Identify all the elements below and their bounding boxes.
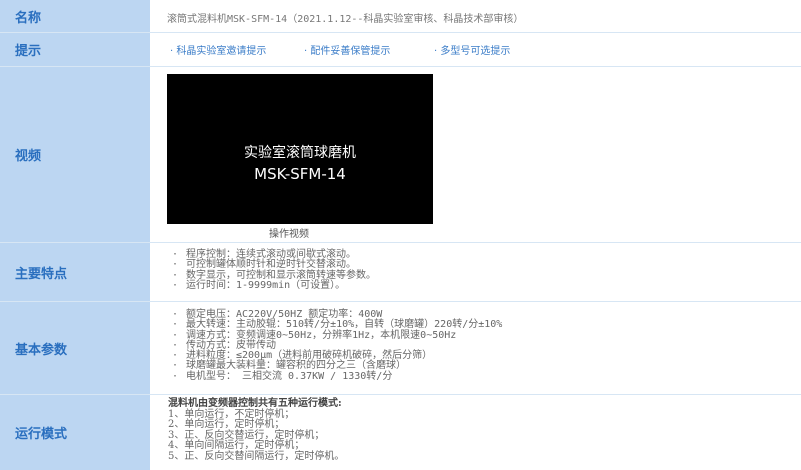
- video-caption: 操作视频: [269, 229, 309, 240]
- row-value-tips: · 科晶实验室邀请提示 · 配件妥善保管提示 · 多型号可选提示: [152, 33, 801, 66]
- row-modes: 运行模式 混料机由变频器控制共有五种运行模式: 1、单向运行，不定时停机； 2、…: [0, 395, 801, 470]
- row-value-video: 实验室滚筒球磨机 MSK-SFM-14 操作视频: [152, 67, 801, 242]
- row-label-features: 主要特点: [0, 243, 150, 301]
- row-value-features: 程序控制：连续式滚动或间歇式滚动。 可控制罐体顺时针和逆时针交替滚动。 数字显示…: [152, 243, 801, 301]
- product-name-text: 滚筒式混料机MSK-SFM-14（2021.1.12--科晶实验室审核、科晶技术…: [167, 14, 524, 25]
- features-list: 程序控制：连续式滚动或间歇式滚动。 可控制罐体顺时针和逆时针交替滚动。 数字显示…: [172, 249, 376, 291]
- row-name: 名称 滚筒式混料机MSK-SFM-14（2021.1.12--科晶实验室审核、科…: [0, 0, 801, 33]
- row-features: 主要特点 程序控制：连续式滚动或间歇式滚动。 可控制罐体顺时针和逆时针交替滚动。…: [0, 243, 801, 302]
- mode-item: 2、单向运行，定时停机；: [168, 419, 285, 430]
- video-player[interactable]: 实验室滚筒球磨机 MSK-SFM-14: [167, 74, 433, 224]
- param-item: 电机型号： 三相交流 0.37KW / 1330转/分: [172, 371, 502, 382]
- video-title-line2: MSK-SFM-14: [254, 165, 346, 183]
- row-value-modes: 混料机由变频器控制共有五种运行模式: 1、单向运行，不定时停机； 2、单向运行，…: [152, 395, 801, 470]
- product-spec-table: 名称 滚筒式混料机MSK-SFM-14（2021.1.12--科晶实验室审核、科…: [0, 0, 801, 470]
- mode-item: 4、单向间隔运行，定时停机；: [168, 440, 305, 451]
- row-video: 视频 实验室滚筒球磨机 MSK-SFM-14 操作视频: [0, 67, 801, 243]
- tip-link-accessory-care[interactable]: · 配件妥善保管提示: [304, 42, 390, 57]
- row-label-video: 视频: [0, 67, 150, 242]
- row-label-name: 名称: [0, 0, 150, 32]
- row-params: 基本参数 额定电压：AC220V/50HZ 额定功率：400W 最大转速：主动胶…: [0, 302, 801, 395]
- row-label-tips: 提示: [0, 33, 150, 66]
- modes-block: 混料机由变频器控制共有五种运行模式: 1、单向运行，不定时停机； 2、单向运行，…: [168, 398, 345, 462]
- row-value-name: 滚筒式混料机MSK-SFM-14（2021.1.12--科晶实验室审核、科晶技术…: [152, 0, 801, 32]
- row-label-modes: 运行模式: [0, 395, 150, 470]
- mode-item: 5、正、反向交替间隔运行，定时停机。: [168, 450, 345, 462]
- row-label-params: 基本参数: [0, 302, 150, 394]
- feature-item: 运行时间：1-9999min（可设置）。: [172, 280, 376, 291]
- params-list: 额定电压：AC220V/50HZ 额定功率：400W 最大转速：主动胶辊：510…: [172, 309, 502, 382]
- tip-link-lab-invite[interactable]: · 科晶实验室邀请提示: [170, 42, 266, 57]
- modes-heading: 混料机由变频器控制共有五种运行模式:: [168, 398, 342, 409]
- row-value-params: 额定电压：AC220V/50HZ 额定功率：400W 最大转速：主动胶辊：510…: [152, 302, 801, 394]
- tip-link-multi-model[interactable]: · 多型号可选提示: [434, 42, 510, 57]
- video-title-line1: 实验室滚筒球磨机: [244, 145, 356, 161]
- row-tips: 提示 · 科晶实验室邀请提示 · 配件妥善保管提示 · 多型号可选提示: [0, 33, 801, 67]
